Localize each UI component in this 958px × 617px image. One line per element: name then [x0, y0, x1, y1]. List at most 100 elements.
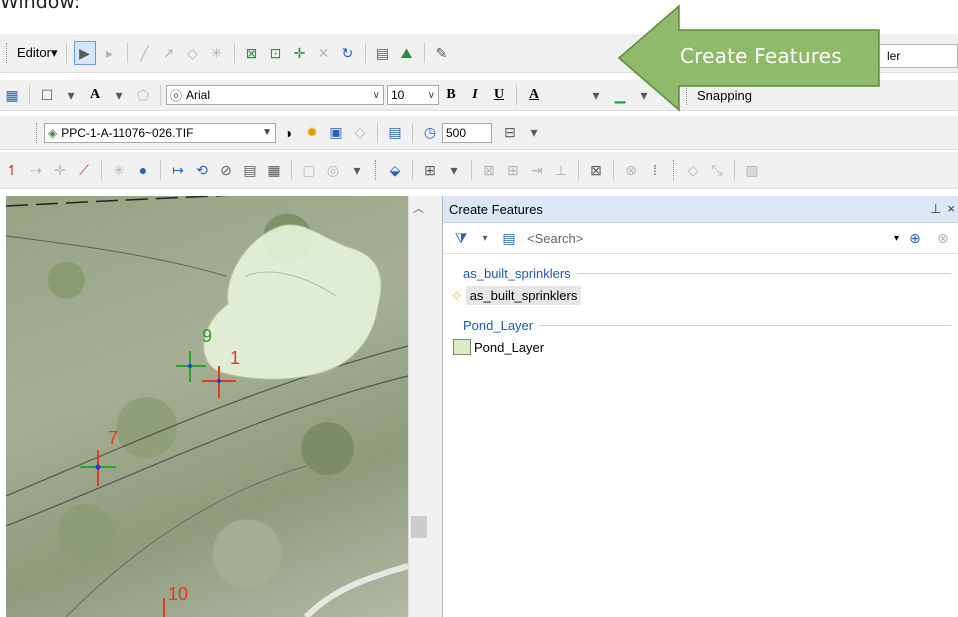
- point-tool-icon[interactable]: ✳: [207, 42, 227, 64]
- clear-search-icon[interactable]: ⊗: [933, 227, 953, 249]
- generalize-topo-icon[interactable]: ⇥: [527, 159, 547, 181]
- line-intersection-icon[interactable]: ⟋: [74, 159, 94, 181]
- dropdown-icon[interactable]: ▾: [109, 84, 129, 106]
- separator: [516, 85, 517, 105]
- flag-icon[interactable]: ↿: [2, 159, 22, 181]
- map-vertical-scrollbar[interactable]: ︿: [408, 196, 429, 617]
- toolbar-grip[interactable]: [6, 43, 10, 63]
- dropdown-icon[interactable]: ▾: [475, 227, 495, 249]
- map-overlay: [6, 196, 408, 617]
- reshape-feature-icon[interactable]: ⊡: [266, 42, 286, 64]
- group-label: as_built_sprinklers: [463, 265, 571, 281]
- toolbar-grip[interactable]: [673, 160, 677, 180]
- dropdown-icon[interactable]: ▾: [61, 84, 81, 106]
- align-to-shape-icon[interactable]: ↦: [168, 159, 188, 181]
- align-edge-icon[interactable]: ⊥: [551, 159, 571, 181]
- dropdown-icon[interactable]: ▾: [894, 233, 899, 244]
- panel-title: Create Features: [449, 201, 543, 217]
- map-topology-icon[interactable]: ⊞: [420, 159, 440, 181]
- split-tool-icon[interactable]: ✕: [314, 42, 334, 64]
- toolbar-grip[interactable]: [375, 160, 379, 180]
- endpoint-arc-icon[interactable]: ↗: [159, 42, 179, 64]
- trim-icon[interactable]: ✛: [50, 159, 70, 181]
- replace-geometry-icon[interactable]: ⟲: [192, 159, 212, 181]
- extend-icon[interactable]: ⇢: [26, 159, 46, 181]
- italic-button[interactable]: I: [465, 84, 485, 106]
- separator: [412, 122, 413, 143]
- sprinkler-point-7[interactable]: [80, 450, 116, 486]
- eraser-icon[interactable]: ◇: [350, 122, 370, 144]
- scroll-thumb[interactable]: [411, 516, 427, 538]
- attributes-icon[interactable]: ▤: [373, 42, 393, 64]
- separator: [126, 43, 128, 63]
- trace-tool-icon[interactable]: ◇: [183, 42, 203, 64]
- fix-topology-icon[interactable]: ⊗: [621, 159, 641, 181]
- dropdown-icon[interactable]: ▾: [444, 159, 464, 181]
- brightness-icon[interactable]: ✹: [302, 122, 322, 144]
- value-field[interactable]: 500: [442, 122, 492, 143]
- display-options-icon[interactable]: ▤: [385, 122, 405, 144]
- rotate-tool-icon[interactable]: ↻: [338, 42, 358, 64]
- rectangle-icon[interactable]: ☐: [37, 84, 57, 106]
- edit-tool-icon[interactable]: ▶: [73, 41, 96, 65]
- panel-splitter[interactable]: [428, 196, 442, 617]
- edit-vertices-icon[interactable]: ⊠: [242, 42, 262, 64]
- template-as-built-sprinklers[interactable]: ◇ as_built_sprinklers: [453, 284, 958, 306]
- spin-stepper-icon[interactable]: ⊟: [500, 122, 520, 144]
- smooth-icon[interactable]: ▦: [264, 159, 284, 181]
- validate-topology-icon[interactable]: ⊠: [586, 159, 606, 181]
- advanced-editing-toolbar: ↿ ⇢ ✛ ⟋ ✳ ● ↦ ⟲ ⊘ ▤ ▦ ▢ ◎ ▾ ⬙ ⊞ ▾ ⊠ ⊞ ⇥ …: [0, 152, 958, 189]
- font-color-button[interactable]: A: [524, 84, 544, 106]
- filter-templates-icon[interactable]: ⧩: [451, 227, 471, 249]
- show-shared-icon[interactable]: ⊞: [503, 159, 523, 181]
- copy-parallel-icon[interactable]: ⊘: [216, 159, 236, 181]
- font-size-select[interactable]: 10 ∨: [387, 85, 439, 105]
- contrast-icon[interactable]: ◑: [278, 122, 298, 144]
- close-icon[interactable]: ×: [947, 201, 955, 217]
- toolbar-options-icon[interactable]: ⁞: [645, 159, 665, 181]
- map-display[interactable]: 9 1 7 10: [6, 196, 408, 617]
- separator: [233, 43, 235, 63]
- sprinkler-point-9[interactable]: [176, 351, 206, 382]
- network-icon[interactable]: ◇: [683, 159, 703, 181]
- layer-select[interactable]: ◈ PPC-1-A-11076~026.TIF ▼: [44, 122, 276, 143]
- bold-button[interactable]: B: [441, 84, 461, 106]
- underline-button[interactable]: U: [489, 84, 509, 106]
- separator: [160, 160, 161, 180]
- sketch-properties-icon[interactable]: ⛰: [397, 42, 417, 64]
- globe-icon[interactable]: ●: [133, 159, 153, 181]
- template-pond-layer[interactable]: Pond_Layer: [453, 336, 958, 358]
- draw-select-icon[interactable]: ▦: [2, 84, 22, 106]
- search-icon[interactable]: ⊕: [905, 227, 925, 249]
- search-input[interactable]: <Search>: [527, 231, 583, 246]
- line-color-icon[interactable]: ▾: [586, 84, 606, 106]
- buffer-icon[interactable]: ◎: [323, 159, 343, 181]
- organize-templates-icon[interactable]: ▤: [499, 227, 519, 249]
- group-divider: [576, 272, 951, 274]
- straight-segment-icon[interactable]: ╱: [135, 42, 155, 64]
- create-features-icon[interactable]: ✎: [432, 42, 452, 64]
- construct-points-icon[interactable]: ▢: [299, 159, 319, 181]
- toolbar-options-icon[interactable]: ▾: [524, 122, 544, 144]
- scroll-up-arrow-icon[interactable]: ︿: [413, 200, 424, 216]
- network-flag-icon[interactable]: ⤡: [707, 159, 727, 181]
- toolbar-options-icon[interactable]: ▾: [347, 159, 367, 181]
- toolbar-grip[interactable]: [36, 122, 40, 143]
- topology-edit-icon[interactable]: ⊠: [479, 159, 499, 181]
- edit-vertices-draw-icon[interactable]: ⬠: [133, 84, 153, 106]
- rotate-display-icon[interactable]: ◷: [420, 122, 440, 144]
- font-select[interactable]: ⓞ Arial ∨: [166, 85, 384, 105]
- cut-polygons-icon[interactable]: ✛: [290, 42, 310, 64]
- transparency-icon[interactable]: ▣: [326, 122, 346, 144]
- group-as-built-sprinklers: as_built_sprinklers: [463, 262, 958, 284]
- network-edit-icon[interactable]: ▨: [742, 159, 762, 181]
- separator: [291, 160, 292, 180]
- editor-menu[interactable]: Editor▾: [17, 45, 58, 61]
- edit-annotation-tool-icon[interactable]: ▸: [100, 42, 120, 64]
- explode-icon[interactable]: ✳: [109, 159, 129, 181]
- point-symbol-icon: ◇: [453, 289, 461, 301]
- pin-icon[interactable]: ⊥: [930, 201, 941, 217]
- topology-icon[interactable]: ⬙: [385, 159, 405, 181]
- text-icon[interactable]: A: [85, 84, 105, 106]
- generalize-icon[interactable]: ▤: [240, 159, 260, 181]
